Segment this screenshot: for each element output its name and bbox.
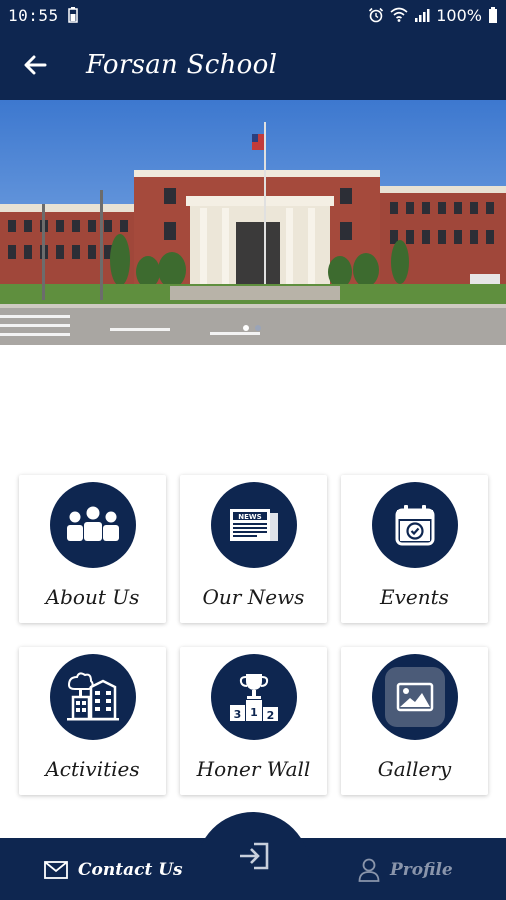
menu-label-gallery: Gallery — [377, 757, 452, 781]
nav-contact-us[interactable]: Contact Us — [44, 852, 183, 888]
wifi-icon — [390, 7, 408, 22]
person-icon — [358, 858, 380, 882]
carousel-dot — [255, 325, 261, 331]
page-title: Forsan School — [86, 50, 278, 80]
menu-label-our-news: Our News — [202, 585, 305, 609]
alarm-icon — [369, 7, 384, 23]
status-bar: 10:55 100% — [0, 0, 506, 30]
banner-carousel[interactable] — [0, 100, 506, 345]
envelope-icon — [44, 861, 68, 879]
menu-label-activities: Activities — [45, 757, 140, 781]
arrow-left-icon — [24, 55, 47, 75]
login-icon — [240, 842, 269, 870]
menu-icon-circle: NEWS — [211, 482, 297, 568]
menu-tile-about-us[interactable]: About Us — [19, 475, 166, 623]
svg-text:2: 2 — [267, 709, 275, 722]
group-icon — [67, 506, 119, 541]
menu-label-honer-wall: Honer Wall — [196, 757, 311, 781]
menu-label-events: Events — [380, 585, 449, 609]
signal-icon — [415, 9, 430, 22]
nav-profile-label: Profile — [390, 860, 453, 880]
login-button[interactable] — [236, 838, 272, 874]
menu-tile-honer-wall[interactable]: 3 1 2 Honer Wall — [180, 647, 327, 795]
nav-contact-label: Contact Us — [78, 860, 183, 880]
battery-icon — [489, 7, 497, 23]
menu-tile-activities[interactable]: Activities — [19, 647, 166, 795]
newspaper-icon: NEWS — [230, 509, 278, 541]
menu-label-about-us: About Us — [45, 585, 140, 609]
svg-text:3: 3 — [234, 708, 242, 721]
menu-icon-circle — [372, 482, 458, 568]
menu-icon-circle — [50, 482, 136, 568]
menu-icon-circle — [372, 654, 458, 740]
battery-percent: 100% — [436, 5, 482, 25]
nav-profile[interactable]: Profile — [358, 852, 453, 888]
podium-trophy-icon: 3 1 2 — [230, 674, 278, 722]
status-time: 10:55 — [8, 5, 59, 25]
menu-tile-events[interactable]: Events — [341, 475, 488, 623]
school-building-image — [0, 100, 506, 345]
svg-text:NEWS: NEWS — [238, 513, 261, 521]
menu-tile-gallery[interactable]: Gallery — [341, 647, 488, 795]
calendar-check-icon — [395, 505, 435, 546]
buildings-icon — [67, 672, 119, 721]
back-button[interactable] — [0, 30, 70, 100]
menu-icon-circle — [50, 654, 136, 740]
menu-tile-our-news[interactable]: NEWS Our News — [180, 475, 327, 623]
svg-text:1: 1 — [250, 706, 258, 719]
carousel-dot-active — [243, 325, 249, 331]
menu-icon-circle: 3 1 2 — [211, 654, 297, 740]
image-icon — [385, 667, 445, 727]
app-bar: Forsan School — [0, 30, 506, 100]
battery-saver-icon — [67, 7, 78, 23]
